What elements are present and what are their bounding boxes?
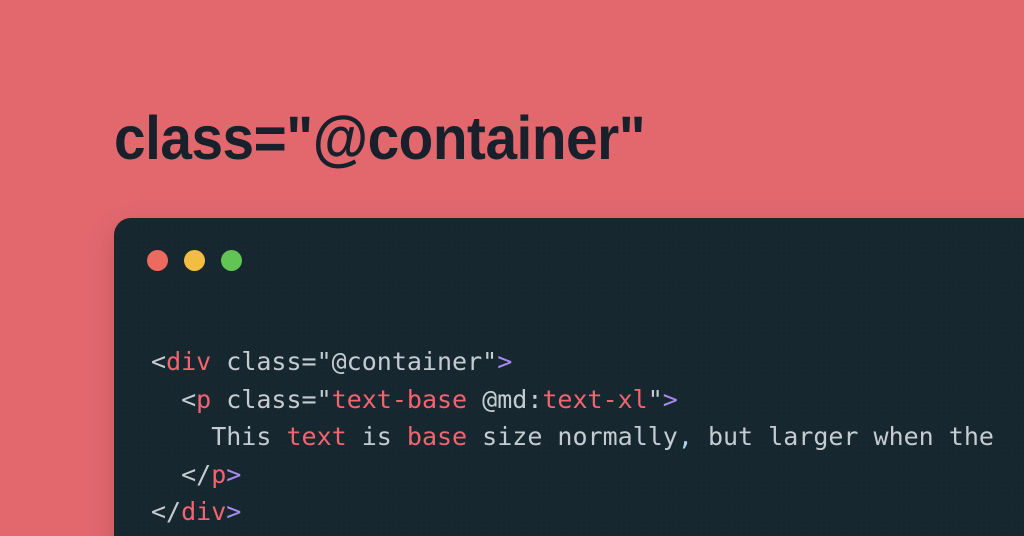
code-token: class="@container": [211, 347, 498, 376]
code-token: p: [211, 459, 227, 489]
minimize-dot-icon[interactable]: [184, 250, 205, 271]
zoom-dot-icon[interactable]: [221, 250, 242, 271]
code-token: ": [647, 384, 663, 414]
code-token: text-xl: [542, 384, 648, 414]
code-token: >: [497, 347, 513, 376]
code-token: <: [151, 347, 167, 376]
code-token: >: [226, 497, 242, 526]
code-line: <div class="@container">: [151, 343, 994, 381]
code-token: ,: [677, 422, 693, 451]
code-token: </: [151, 497, 182, 526]
code-token: p: [196, 384, 212, 414]
code-token: size normally: [467, 422, 678, 451]
code-line: </p>: [151, 456, 994, 494]
page-title: class="@container": [114, 104, 646, 172]
code-token: base: [406, 422, 468, 451]
code-block: <div class="@container"> <p class="text-…: [151, 343, 994, 531]
code-token: class=": [211, 384, 332, 414]
code-token: is: [346, 422, 407, 451]
close-dot-icon[interactable]: [147, 250, 168, 271]
code-token: text: [286, 422, 347, 451]
code-token: >: [226, 459, 242, 489]
code-line: </div>: [151, 493, 994, 531]
code-token: </: [151, 459, 212, 489]
page-canvas: class="@container" <div class="@containe…: [0, 0, 1024, 536]
code-token: <: [151, 384, 197, 414]
code-token: div: [166, 347, 212, 376]
code-window: <div class="@container"> <p class="text-…: [114, 218, 1024, 536]
code-token: but larger when the: [692, 422, 994, 451]
code-line: <p class="text-base @md:text-xl">: [151, 381, 994, 419]
code-line: This text is base size normally, but lar…: [151, 418, 994, 456]
code-token: @md:: [467, 384, 543, 414]
code-token: >: [662, 384, 678, 414]
code-token: div: [181, 497, 227, 526]
code-token: This: [151, 422, 287, 451]
code-token: text-base: [331, 384, 468, 414]
window-titlebar: [147, 250, 242, 271]
